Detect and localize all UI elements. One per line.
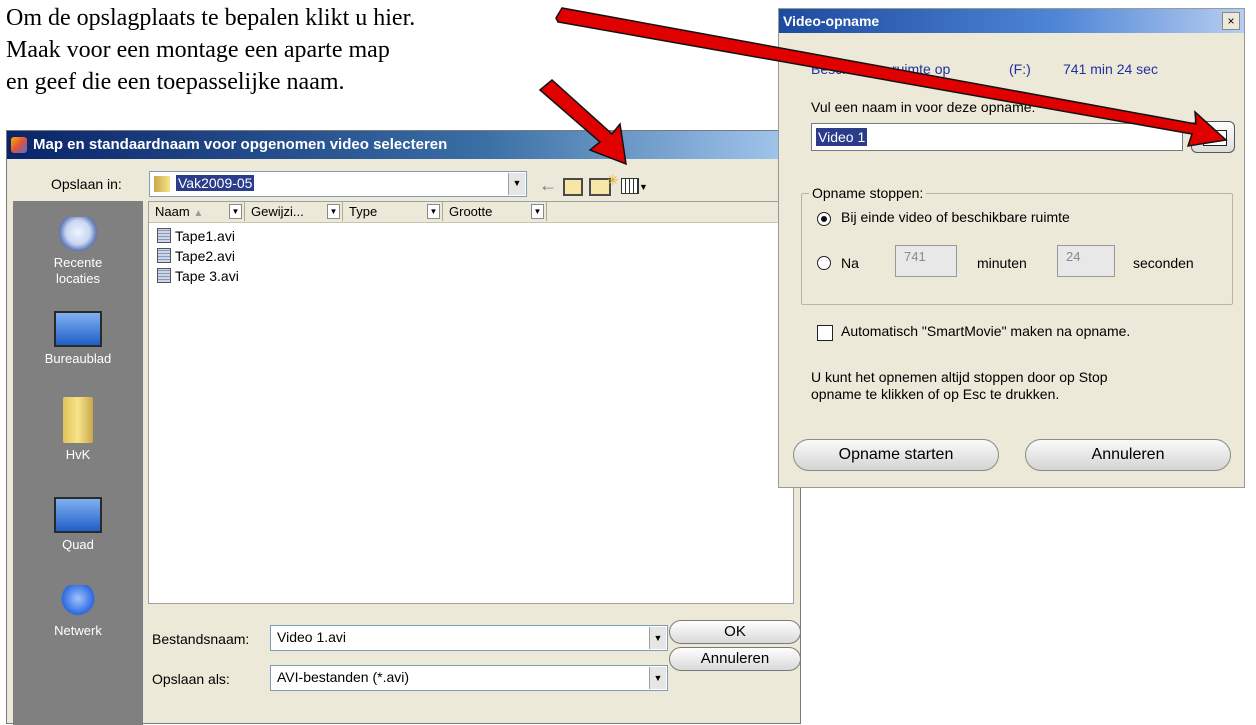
save-in-value: Vak2009-05	[176, 175, 255, 191]
minutes-field[interactable]: 741	[895, 245, 957, 277]
close-button[interactable]: ×	[1222, 12, 1240, 30]
place-quad-label: Quad	[62, 537, 94, 552]
saveas-value: AVI-bestanden (*.avi)	[277, 669, 410, 685]
sort-up-icon: ▲	[193, 208, 204, 219]
folder-icon	[1203, 130, 1227, 146]
smartmovie-label: Automatisch "SmartMovie" maken na opname…	[841, 323, 1131, 339]
desktop-icon	[54, 311, 102, 347]
annotation-text: Om de opslagplaats te bepalen klikt u hi…	[6, 2, 415, 98]
chevron-down-icon[interactable]: ▼	[649, 667, 666, 689]
up-folder-icon[interactable]	[563, 178, 583, 196]
filename-field[interactable]: Video 1.avi ▼	[270, 625, 668, 651]
place-desktop-label: Bureaublad	[44, 351, 112, 366]
places-bar: Recente locaties Bureaublad HvK Quad Net…	[13, 201, 143, 725]
smartmovie-checkbox[interactable]	[817, 325, 833, 341]
seconds-field[interactable]: 24	[1057, 245, 1115, 277]
video-capture-dialog: Video-opname × Beschikbare ruimte op (F:…	[778, 8, 1245, 488]
saveas-label: Opslaan als:	[152, 671, 230, 687]
column-type-label: Type	[349, 204, 378, 219]
browse-folder-button[interactable]	[1191, 121, 1235, 153]
annotation-line-1: Om de opslagplaats te bepalen klikt u hi…	[6, 5, 416, 31]
recording-name-value: Video 1	[816, 128, 868, 146]
place-recent[interactable]: Recente locaties	[13, 217, 143, 287]
minutes-label: minuten	[977, 255, 1027, 271]
list-item[interactable]: Tape1.avi	[157, 226, 235, 246]
video-file-icon	[157, 248, 171, 263]
drive-letter: (F:)	[1009, 61, 1031, 77]
chevron-down-icon[interactable]: ▼	[508, 173, 525, 195]
place-hvk-label: HvK	[65, 447, 91, 462]
save-location-dialog: Map en standaardnaam voor opgenomen vide…	[6, 130, 801, 725]
column-modified-label: Gewijzi...	[251, 204, 304, 219]
help-text-line-2: opname te klikken of op Esc te drukken.	[811, 386, 1060, 402]
radio-end-of-video[interactable]	[817, 212, 831, 226]
folder-icon	[63, 397, 93, 443]
annotation-line-2: Maak voor een montage een aparte map	[6, 37, 390, 63]
video-file-icon	[157, 268, 171, 283]
video-dialog-title: Video-opname	[783, 13, 880, 29]
file-list[interactable]: Naam ▲ ▼ Gewijzi... ▼ Type ▼ Grootte ▼ Tape1…	[148, 201, 794, 604]
list-item[interactable]: Tape 3.avi	[157, 266, 239, 286]
list-item[interactable]: Tape2.avi	[157, 246, 235, 266]
column-size-label: Grootte	[449, 204, 493, 219]
place-network-label: Netwerk	[54, 623, 102, 638]
new-folder-sparkle-icon: ✳	[607, 172, 619, 188]
dialog-titlebar[interactable]: Map en standaardnaam voor opgenomen vide…	[7, 131, 800, 159]
monitor-icon	[54, 497, 102, 533]
view-menu-chevron-icon[interactable]: ▼	[639, 178, 648, 196]
network-icon	[58, 585, 98, 619]
recent-places-icon	[59, 217, 97, 251]
place-hvk[interactable]: HvK	[13, 397, 143, 463]
file-name: Tape2.avi	[175, 248, 235, 264]
radio-after-time-label: Na	[841, 255, 859, 271]
radio-end-of-video-label: Bij einde video of beschikbare ruimte	[841, 209, 1070, 225]
chevron-down-icon[interactable]: ▼	[229, 204, 242, 219]
file-name: Tape1.avi	[175, 228, 235, 244]
cancel-recording-button[interactable]: Annuleren	[1025, 439, 1231, 471]
saveas-dropdown[interactable]: AVI-bestanden (*.avi) ▼	[270, 665, 668, 691]
available-space-value: 741 min 24 sec	[1063, 61, 1158, 77]
place-desktop[interactable]: Bureaublad	[13, 311, 143, 367]
column-size[interactable]: Grootte ▼	[443, 202, 547, 221]
file-name: Tape 3.avi	[175, 268, 239, 284]
available-space-label: Beschikbare ruimte op	[811, 61, 951, 77]
video-file-icon	[157, 228, 171, 243]
view-menu-icon[interactable]	[621, 178, 639, 194]
annotation-line-3: en geef die een toepasselijke naam.	[6, 69, 345, 95]
seconds-label: seconden	[1133, 255, 1194, 271]
start-recording-button[interactable]: Opname starten	[793, 439, 999, 471]
chevron-down-icon[interactable]: ▼	[327, 204, 340, 219]
filename-label: Bestandsnaam:	[152, 631, 250, 647]
back-icon[interactable]: ←	[539, 176, 557, 194]
filename-value: Video 1.avi	[277, 629, 347, 645]
chevron-down-icon[interactable]: ▼	[427, 204, 440, 219]
column-header: Naam ▲ ▼ Gewijzi... ▼ Type ▼ Grootte ▼	[149, 202, 793, 223]
place-recent-label-b: locaties	[55, 271, 101, 286]
radio-after-time[interactable]	[817, 256, 831, 270]
cancel-button[interactable]: Annuleren	[669, 647, 801, 671]
folder-icon	[154, 176, 170, 192]
stop-recording-label: Opname stoppen:	[809, 185, 927, 201]
place-quad[interactable]: Quad	[13, 497, 143, 553]
video-dialog-titlebar[interactable]: Video-opname ×	[779, 9, 1244, 33]
name-prompt: Vul een naam in voor deze opname:	[811, 99, 1036, 115]
app-icon	[11, 137, 27, 153]
place-network[interactable]: Netwerk	[13, 585, 143, 639]
column-name[interactable]: Naam ▲ ▼	[149, 202, 245, 221]
ok-button[interactable]: OK	[669, 620, 801, 644]
help-text-line-1: U kunt het opnemen altijd stoppen door o…	[811, 369, 1108, 385]
column-type[interactable]: Type ▼	[343, 202, 443, 221]
recording-name-input[interactable]: Video 1	[811, 123, 1183, 151]
chevron-down-icon[interactable]: ▼	[649, 627, 666, 649]
column-name-label: Naam	[155, 204, 190, 219]
place-recent-label-a: Recente	[53, 255, 103, 270]
column-modified[interactable]: Gewijzi... ▼	[245, 202, 343, 221]
save-in-dropdown[interactable]: Vak2009-05 ▼	[149, 171, 527, 197]
dialog-title: Map en standaardnaam voor opgenomen vide…	[33, 136, 448, 153]
save-in-label: Opslaan in:	[51, 176, 122, 192]
chevron-down-icon[interactable]: ▼	[531, 204, 544, 219]
